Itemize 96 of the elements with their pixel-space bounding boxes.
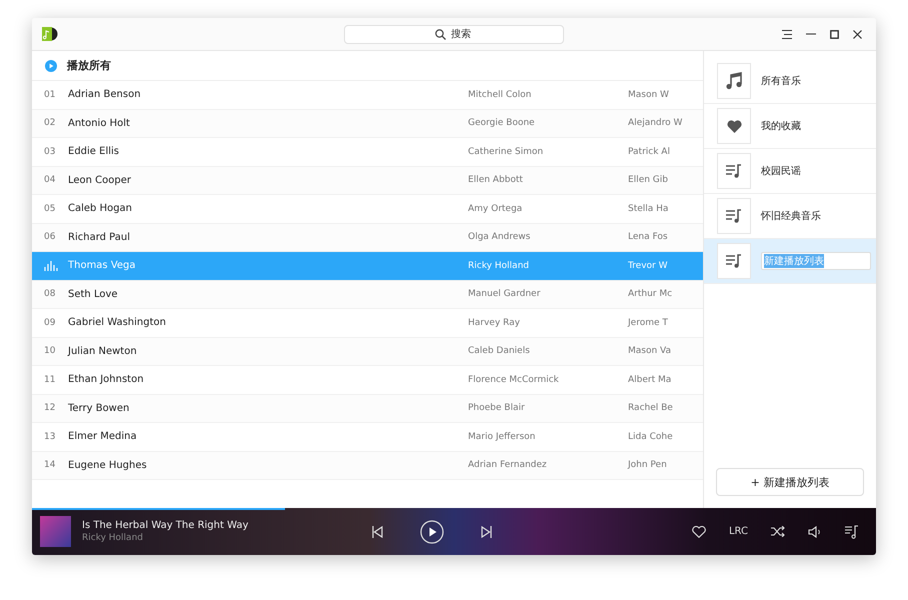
playlist-name: 校园民谣	[761, 164, 801, 178]
song-row[interactable]: 10 Julian Newton Caleb Daniels Mason Va	[32, 338, 703, 366]
track-number: 12	[44, 403, 56, 414]
next-icon[interactable]	[481, 526, 492, 538]
album-cover-placeholder	[40, 516, 71, 547]
song-title: Antonio Holt	[68, 118, 130, 129]
song-row[interactable]: 02 Antonio Holt Georgie Boone Alejandro W	[32, 110, 703, 138]
equalizer-icon	[44, 260, 58, 271]
artist-name: Ricky Holland	[82, 533, 144, 543]
song-row[interactable]: 04 Leon Cooper Ellen Abbott Ellen Gib	[32, 166, 703, 195]
track-number: 02	[44, 118, 56, 128]
playlist-name: 所有音乐	[761, 74, 801, 88]
search-field[interactable]: 搜索	[344, 25, 564, 44]
table-cell: Jerome T	[628, 318, 668, 328]
search-icon	[435, 29, 446, 40]
track-number: 01	[44, 90, 56, 100]
artist-name: Amy Ortega	[468, 204, 522, 214]
artist-name: Olga Andrews	[468, 232, 530, 242]
playlist-icon	[726, 164, 742, 178]
playlist-icon	[726, 254, 742, 268]
song-title: Seth Love	[68, 288, 118, 300]
song-title: Thomas Vega	[68, 260, 136, 272]
table-cell: Rachel Be	[628, 403, 673, 414]
close-icon[interactable]	[853, 30, 862, 38]
song-title: Richard Paul	[68, 232, 130, 243]
table-cell: John Pen	[628, 460, 667, 470]
shuffle-icon[interactable]	[771, 526, 785, 537]
table-cell: Lena Fos	[628, 232, 668, 242]
song-title: Is The Herbal Way The Right Way	[82, 520, 250, 531]
play-icon[interactable]	[420, 520, 444, 544]
previous-icon[interactable]	[372, 526, 383, 538]
playlist-item[interactable]: 我的收藏	[704, 104, 876, 149]
heart-icon[interactable]	[692, 526, 706, 538]
track-number: 06	[44, 232, 56, 242]
table-cell: Mason W	[628, 90, 669, 100]
new-playlist-button[interactable]: + 新建播放列表	[716, 468, 864, 496]
artist-name: Manuel Gardner	[468, 289, 540, 300]
song-title: Julian Newton	[68, 346, 137, 357]
playlist-icon	[726, 209, 742, 223]
song-row[interactable]: 12 Terry Bowen Phoebe Blair Rachel Be	[32, 394, 703, 423]
track-number: 05	[44, 204, 56, 214]
artist-name: Caleb Daniels	[468, 346, 530, 356]
song-title: Gabriel Washington	[68, 317, 166, 328]
artist-name: Catherine Simon	[468, 146, 544, 157]
song-title: Adrian Benson	[68, 89, 141, 100]
track-number: 10	[44, 346, 56, 356]
song-row[interactable]: 14 Eugene Hughes Adrian Fernandez John Pen	[32, 452, 703, 480]
track-number: 14	[44, 460, 56, 470]
heart-icon	[726, 120, 742, 132]
playlist-icon[interactable]	[845, 524, 858, 538]
artist-name: Ellen Abbott	[468, 175, 523, 186]
maximize-icon[interactable]	[830, 30, 839, 38]
table-cell: Patrick Al	[628, 146, 670, 157]
playlist-item[interactable]: 所有音乐	[704, 59, 876, 104]
track-number: 13	[44, 432, 56, 442]
artist-name: Georgie Boone	[468, 118, 535, 128]
artist-name: Harvey Ray	[468, 318, 520, 328]
song-row[interactable]: 08 Seth Love Manuel Gardner Arthur Mc	[32, 280, 703, 309]
table-cell: Albert Ma	[628, 374, 672, 385]
song-title: Caleb Hogan	[68, 203, 132, 214]
song-row[interactable]: 06 Richard Paul Olga Andrews Lena Fos	[32, 224, 703, 252]
song-title: Eddie Ellis	[68, 146, 119, 158]
table-cell: Mason Va	[628, 346, 672, 356]
lyrics-button[interactable]: LRC	[728, 526, 748, 537]
menu-icon[interactable]	[782, 30, 792, 38]
music-note-icon	[726, 72, 742, 90]
table-cell: Alejandro W	[628, 118, 682, 128]
song-title: Leon Cooper	[68, 174, 132, 186]
table-cell: Arthur Mc	[628, 289, 672, 300]
play-all-label[interactable]: 播放所有	[67, 58, 111, 73]
artist-name: Florence McCormick	[468, 374, 559, 385]
song-title: Elmer Medina	[68, 431, 137, 442]
artist-name: Phoebe Blair	[468, 403, 525, 414]
track-number: 09	[44, 318, 56, 328]
song-title: Eugene Hughes	[68, 460, 147, 471]
minimize-icon[interactable]	[806, 33, 816, 35]
app-logo-icon	[42, 27, 58, 41]
table-cell: Ellen Gib	[628, 175, 668, 186]
table-cell: Lida Cohe	[628, 432, 673, 442]
playlist-name: 我的收藏	[761, 120, 801, 133]
table-cell: Stella Ha	[628, 204, 668, 214]
volume-icon[interactable]	[808, 526, 822, 538]
artist-name: Ricky Holland	[468, 260, 529, 271]
song-title: Ethan Johnston	[68, 374, 144, 386]
playlist-name: 怀旧经典音乐	[761, 210, 821, 223]
song-title: Terry Bowen	[68, 402, 130, 414]
track-number: 03	[44, 146, 56, 157]
play-all-icon[interactable]	[45, 60, 57, 72]
table-cell: Trevor W	[628, 260, 668, 271]
playlist-item[interactable]: 校园民谣	[704, 149, 876, 194]
track-number: 04	[44, 175, 56, 186]
artist-name: Mitchell Colon	[468, 90, 532, 100]
track-number: 08	[44, 289, 56, 300]
artist-name: Mario Jefferson	[468, 432, 536, 442]
track-number: 11	[44, 374, 56, 385]
artist-name: Adrian Fernandez	[468, 460, 547, 470]
